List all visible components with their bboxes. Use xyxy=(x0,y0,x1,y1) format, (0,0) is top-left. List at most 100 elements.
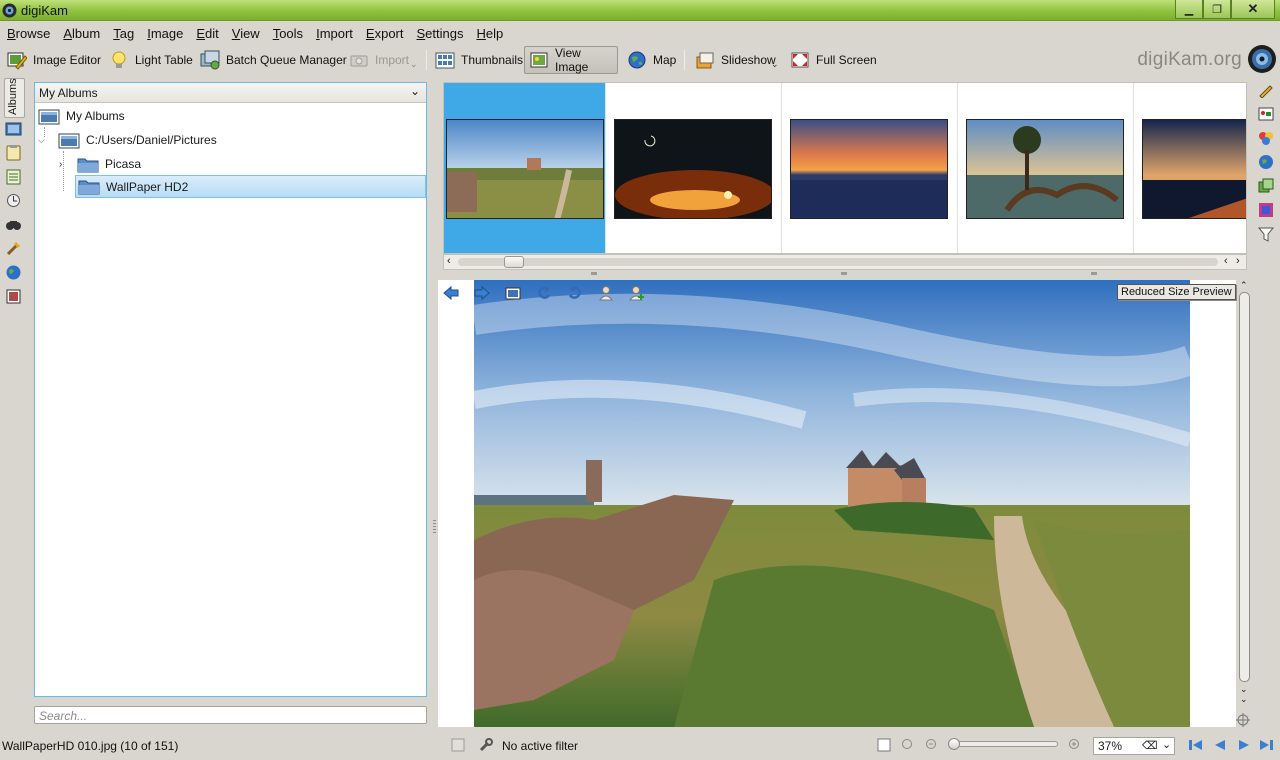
thumbnails-button[interactable]: Thumbnails xyxy=(430,46,528,74)
scroll-up-icon[interactable]: ⌃ xyxy=(1240,280,1248,291)
globe-icon xyxy=(627,50,647,70)
scroll-right-icon[interactable]: › xyxy=(1236,255,1240,267)
image-versions-icon[interactable] xyxy=(1258,178,1274,194)
menu-import[interactable]: Import xyxy=(311,26,358,41)
thumbnail-item[interactable] xyxy=(782,83,958,253)
image-editor-icon xyxy=(7,50,27,70)
import-button[interactable]: Import xyxy=(344,46,414,74)
properties-icon[interactable] xyxy=(1258,106,1274,122)
thumbnail-scrollbar[interactable]: ‹ ‹ › xyxy=(443,254,1247,270)
scroll-down-icon[interactable]: ⌄ xyxy=(1240,694,1248,705)
zoom-fit-icon[interactable] xyxy=(877,738,891,752)
tree-item-my-albums[interactable]: My Albums xyxy=(38,104,125,128)
thumbnail-item-selected[interactable] xyxy=(444,83,606,253)
zoom-100-icon[interactable] xyxy=(901,738,915,752)
toolbar-separator xyxy=(684,50,685,70)
light-table-button[interactable]: Light Table xyxy=(104,46,198,74)
menu-view[interactable]: View xyxy=(227,26,265,41)
albums-tab[interactable]: Albums xyxy=(4,78,25,118)
calendar-tab-icon[interactable] xyxy=(5,168,22,185)
rotate-left-icon[interactable] xyxy=(536,285,552,301)
geolocation-icon[interactable] xyxy=(1258,154,1274,170)
splitter-handle[interactable] xyxy=(1091,272,1097,275)
color-labels-icon[interactable] xyxy=(1258,130,1274,146)
tree-item-wallpaper-hd2[interactable]: WallPaper HD2 xyxy=(75,175,426,198)
albums-tab-icon[interactable] xyxy=(5,120,22,137)
clear-icon[interactable]: ⌫ xyxy=(1142,739,1158,752)
splitter-handle[interactable] xyxy=(591,272,597,275)
preview-image[interactable] xyxy=(474,280,1190,727)
people-tab-icon[interactable] xyxy=(5,288,22,305)
minimize-button[interactable]: ▁ xyxy=(1175,0,1203,19)
zoom-slider-handle[interactable] xyxy=(948,738,960,750)
forward-arrow-icon[interactable] xyxy=(474,285,490,301)
menu-album[interactable]: Album xyxy=(58,26,105,41)
pencil-icon[interactable] xyxy=(1258,82,1274,98)
thumbnail-item[interactable] xyxy=(1134,83,1246,253)
next-image-icon[interactable] xyxy=(1236,738,1252,752)
close-button[interactable]: ✕ xyxy=(1231,0,1275,19)
chevron-down-icon[interactable]: ⌄ xyxy=(1162,738,1171,751)
album-root-icon xyxy=(38,108,60,125)
slideshow-icon xyxy=(695,50,715,70)
wrench-icon[interactable] xyxy=(478,737,494,753)
thumbnail-item[interactable] xyxy=(958,83,1134,253)
map-button[interactable]: Map xyxy=(622,46,681,74)
slideshow-dropdown-arrow-icon[interactable]: ⌄ xyxy=(771,59,779,70)
face-tag-icon[interactable] xyxy=(598,285,614,301)
menu-settings[interactable]: Settings xyxy=(412,26,469,41)
batch-queue-manager-button[interactable]: Batch Queue Manager xyxy=(195,46,352,74)
zoom-in-icon[interactable] xyxy=(1068,738,1082,752)
metadata-template-icon[interactable] xyxy=(1258,202,1274,218)
albums-view-selector[interactable]: My Albums ⌄ xyxy=(35,83,426,103)
scroll-prev-icon[interactable]: ‹ xyxy=(1224,255,1228,267)
view-image-button[interactable]: View Image xyxy=(524,46,618,74)
filter-status-icon[interactable] xyxy=(450,737,466,753)
first-image-icon[interactable] xyxy=(1187,738,1203,752)
folder-icon xyxy=(58,132,80,149)
previous-image-icon[interactable] xyxy=(1212,738,1228,752)
splitter-handle[interactable] xyxy=(841,272,847,275)
zoom-level-combo[interactable]: 37% ⌫ ⌄ xyxy=(1093,737,1175,755)
folder-icon xyxy=(78,178,100,195)
menu-image[interactable]: Image xyxy=(142,26,188,41)
menu-browse[interactable]: Browse xyxy=(2,26,55,41)
add-face-icon[interactable] xyxy=(629,285,645,301)
rotate-right-icon[interactable] xyxy=(567,285,583,301)
preview-vertical-scrollbar[interactable]: ⌃ ⌄ ⌄ xyxy=(1238,280,1252,712)
import-dropdown-arrow-icon[interactable]: ⌄ xyxy=(410,59,418,70)
tree-item-pictures[interactable]: ⌵ C:/Users/Daniel/Pictures xyxy=(38,128,217,152)
navigate-icon[interactable] xyxy=(1236,713,1250,727)
zoom-out-icon[interactable] xyxy=(925,738,939,752)
menu-tools[interactable]: Tools xyxy=(268,26,308,41)
slideshow-label: Slideshow xyxy=(721,53,776,67)
scrollbar-track[interactable] xyxy=(458,258,1218,266)
filter-icon[interactable] xyxy=(1258,226,1274,242)
scrollbar-thumb[interactable] xyxy=(504,256,524,268)
tags-tab-icon[interactable] xyxy=(5,144,22,161)
menu-tag[interactable]: Tag xyxy=(108,26,139,41)
edit-image-icon[interactable] xyxy=(505,285,521,301)
scroll-left-icon[interactable]: ‹ xyxy=(447,255,451,267)
back-arrow-icon[interactable] xyxy=(443,285,459,301)
full-screen-button[interactable]: Full Screen xyxy=(785,46,882,74)
slideshow-button[interactable]: Slideshow xyxy=(690,46,781,74)
timeline-tab-icon[interactable] xyxy=(5,192,22,209)
fuzzy-search-tab-icon[interactable] xyxy=(5,240,22,257)
image-editor-button[interactable]: Image Editor xyxy=(2,46,106,74)
menu-export[interactable]: Export xyxy=(361,26,409,41)
albums-search-input[interactable]: Search... xyxy=(34,706,427,724)
search-tab-icon[interactable] xyxy=(5,216,22,233)
map-search-tab-icon[interactable] xyxy=(5,264,22,281)
menu-help[interactable]: Help xyxy=(471,26,508,41)
menu-edit[interactable]: Edit xyxy=(191,26,223,41)
chevron-right-icon[interactable]: › xyxy=(59,159,71,170)
scrollbar-thumb[interactable] xyxy=(1239,292,1250,682)
splitter-handle[interactable] xyxy=(433,520,436,534)
fullscreen-icon xyxy=(790,50,810,70)
last-image-icon[interactable] xyxy=(1259,738,1275,752)
maximize-button[interactable]: ❐ xyxy=(1203,0,1231,19)
zoom-slider[interactable] xyxy=(948,741,1058,747)
thumbnail-item[interactable] xyxy=(606,83,782,253)
tree-item-picasa[interactable]: › Picasa xyxy=(59,152,141,176)
